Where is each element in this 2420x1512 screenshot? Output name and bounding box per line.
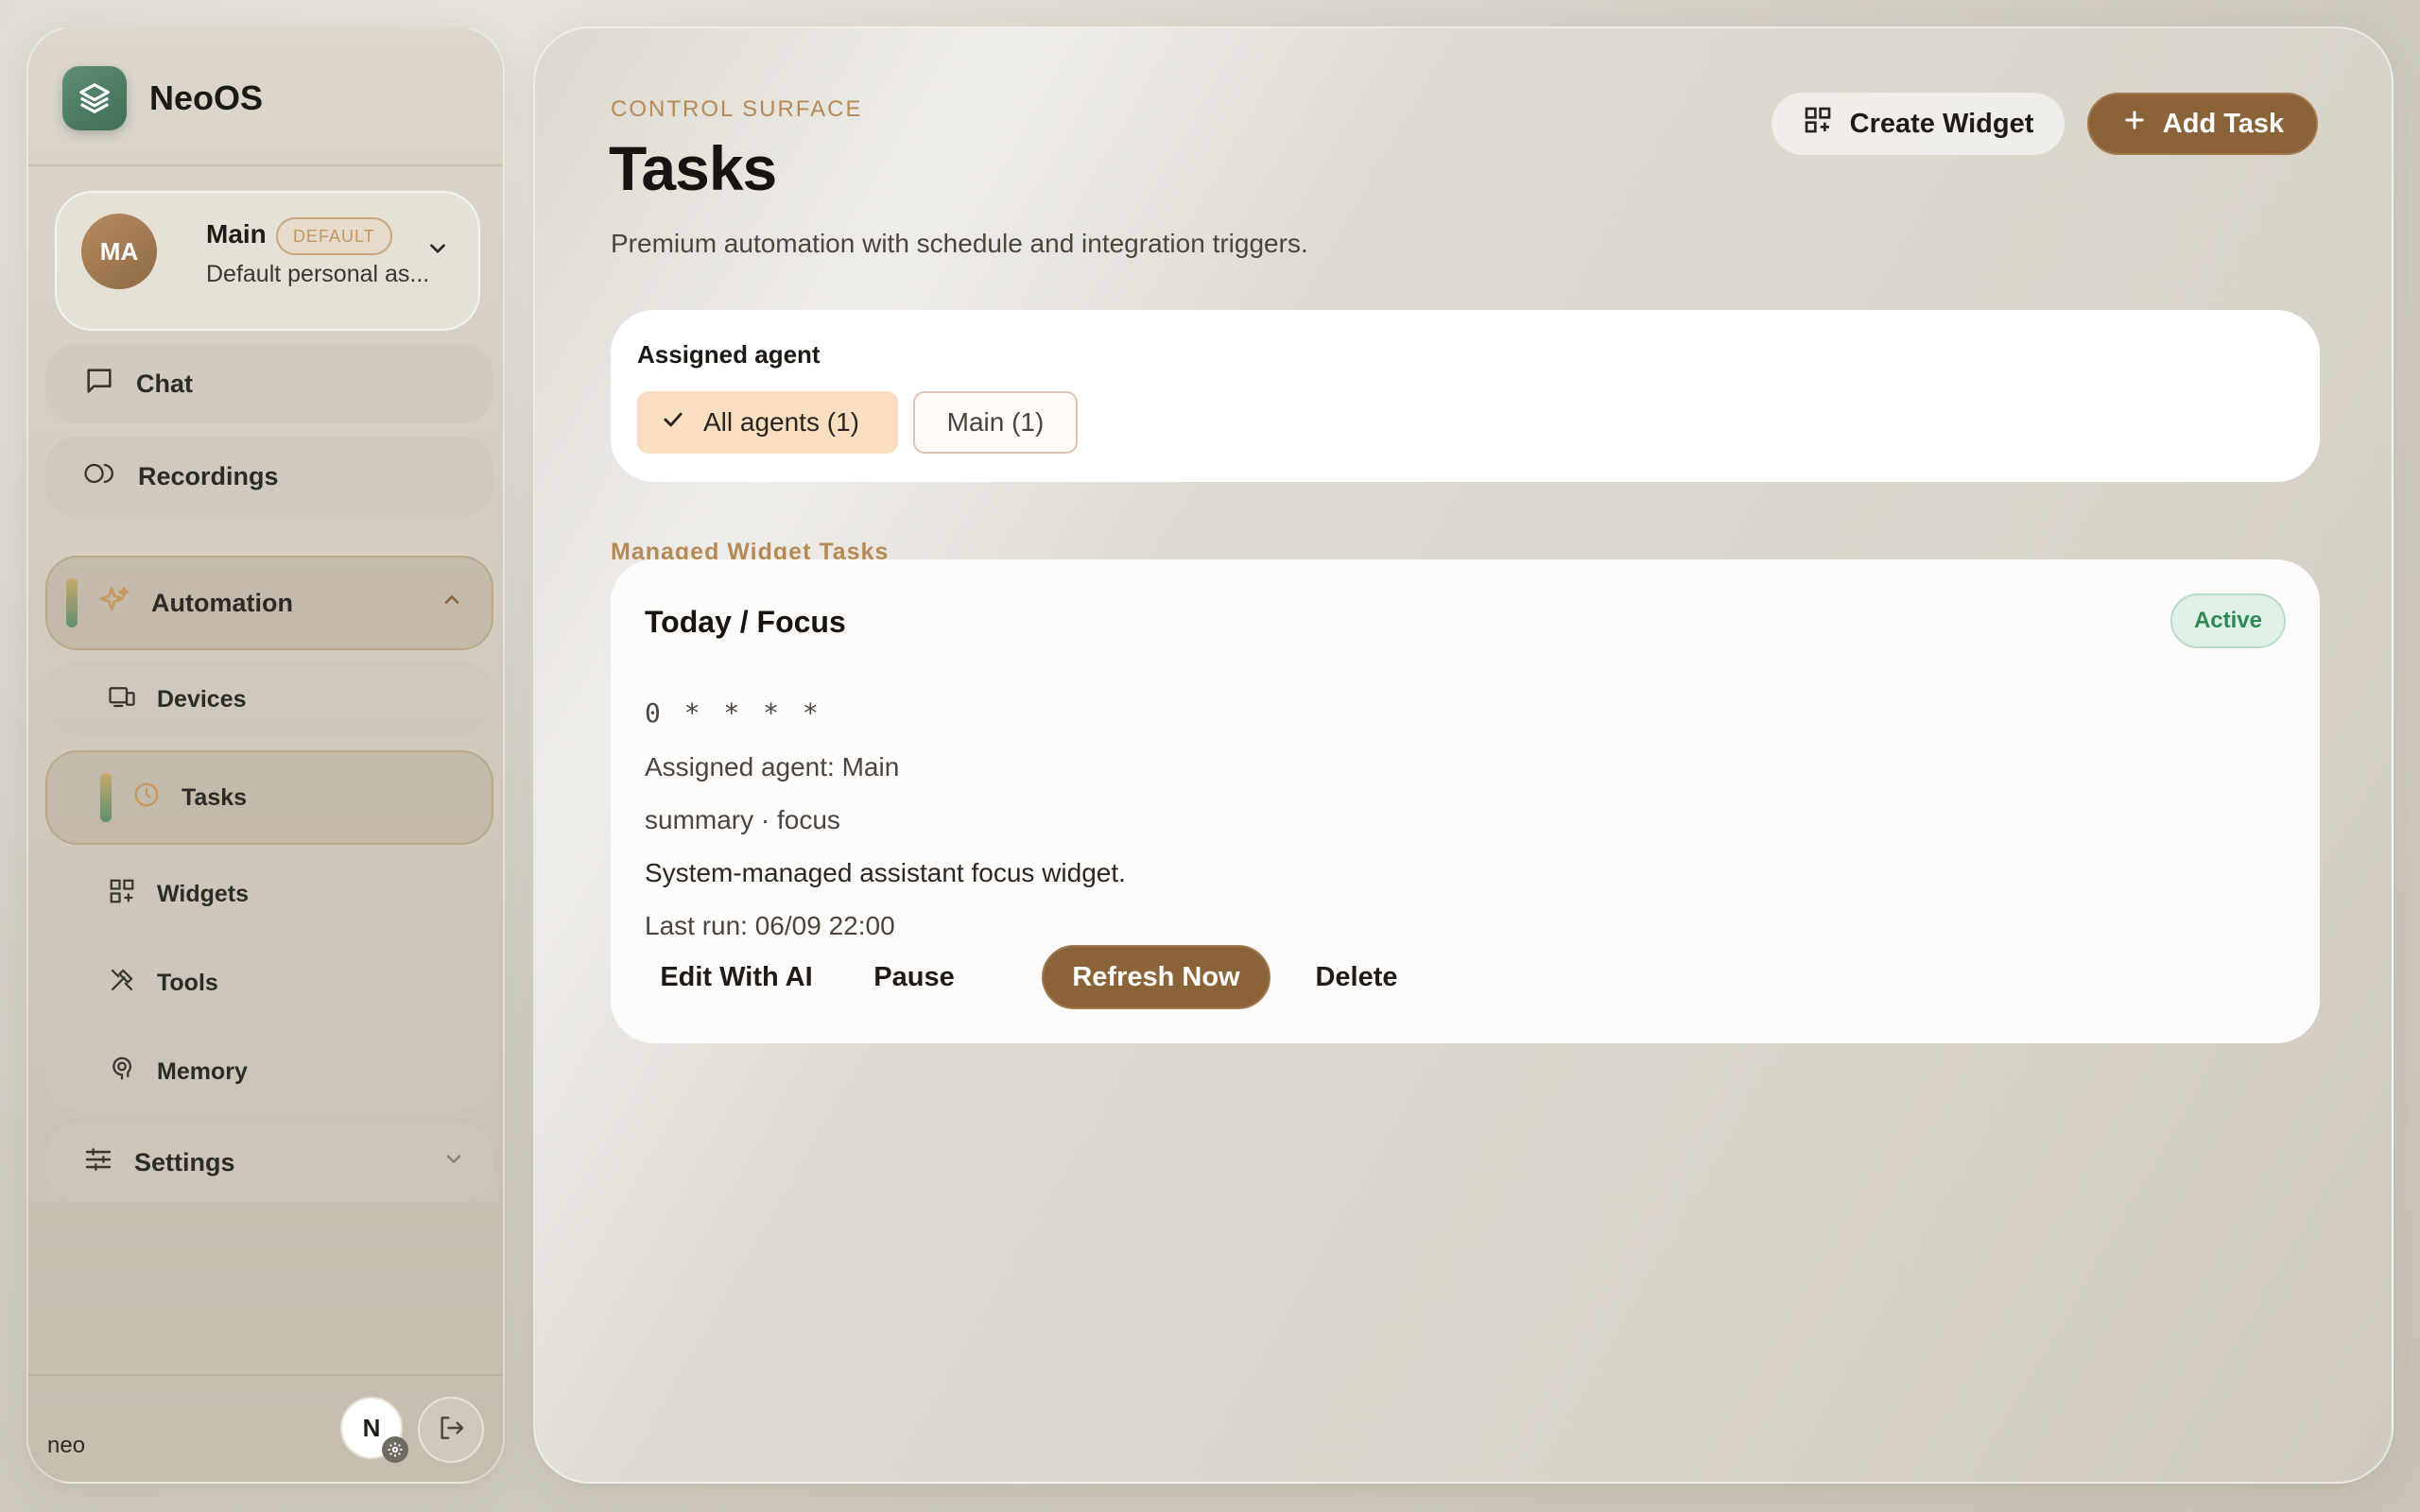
main-panel: CONTROL SURFACE Tasks Premium automation… [533,26,2394,1484]
sidebar-item-recordings[interactable]: Recordings [45,437,493,516]
active-indicator [66,578,78,627]
filter-label: Assigned agent [637,340,821,369]
tools-icon [108,966,136,1001]
user-avatar[interactable]: N [340,1397,408,1463]
task-last-run: Last run: 06/09 22:00 [645,911,895,940]
clock-icon [132,781,161,816]
sparkles-icon [98,584,130,623]
agent-name: Main [206,219,267,249]
task-kind: summary · focus [645,805,840,834]
sidebar-item-automation[interactable]: Automation [45,556,493,650]
create-widget-button[interactable]: Create Widget [1772,93,2065,155]
filter-chip-main[interactable]: Main (1) [913,391,1078,454]
layers-logo-icon [62,66,127,130]
recordings-icon [83,457,117,496]
sidebar-item-memory[interactable]: Memory [45,1034,493,1109]
sidebar-item-tasks[interactable]: Tasks [45,750,493,845]
sidebar-item-label: Recordings [138,461,279,490]
sidebar-item-label: Automation [151,588,293,617]
chevron-down-icon [442,1148,465,1177]
task-title: Today / Focus [645,605,846,639]
create-widget-label: Create Widget [1849,108,2034,139]
default-badge: DEFAULT [276,217,392,255]
sidebar-item-label: Tools [157,969,218,996]
task-assigned-agent: Assigned agent: Main [645,752,900,782]
widgets-grid-icon [1803,105,1833,143]
pause-button[interactable]: Pause [853,945,976,1009]
status-badge: Active [2170,593,2286,648]
page-description: Premium automation with schedule and int… [611,229,1308,258]
sidebar-item-label: Settings [134,1147,235,1177]
edit-with-ai-button[interactable]: Edit With AI [645,945,828,1009]
add-task-label: Add Task [2162,108,2285,139]
sidebar-item-label: Tasks [182,783,248,811]
brain-icon [108,1055,136,1090]
task-description: System-managed assistant focus widget. [645,858,1126,887]
username: neo [47,1433,86,1458]
sidebar: NeoOS MA Main DEFAULT Default personal a… [26,26,505,1484]
chip-label: Main (1) [946,407,1045,437]
task-schedule: 0 * * * * [645,697,822,729]
add-task-button[interactable]: Add Task [2087,93,2318,155]
agent-switcher[interactable]: MA Main DEFAULT Default personal as... [55,191,480,331]
chat-icon [83,365,115,404]
sidebar-item-label: Chat [136,369,193,398]
brand[interactable]: NeoOS [62,66,263,130]
check-icon [660,406,686,439]
logout-icon [436,1413,466,1448]
sidebar-item-label: Widgets [157,880,249,907]
refresh-now-button[interactable]: Refresh Now [1042,945,1270,1009]
devices-icon [108,682,136,717]
sidebar-item-widgets[interactable]: Widgets [45,856,493,932]
sliders-icon [83,1144,113,1181]
logout-button[interactable] [418,1397,484,1463]
active-indicator [100,773,112,822]
gear-icon[interactable] [382,1436,408,1463]
agent-avatar: MA [81,214,157,289]
sidebar-item-label: Devices [157,685,247,713]
agent-filter-card: Assigned agent All agents (1) Main (1) [611,310,2320,482]
page-title: Tasks [609,133,777,203]
sidebar-item-label: Memory [157,1057,248,1085]
widgets-grid-icon [108,877,136,912]
sidebar-divider [28,1374,503,1376]
chip-label: All agents (1) [703,407,859,437]
brand-name: NeoOS [149,78,264,117]
delete-button[interactable]: Delete [1293,945,1420,1009]
task-card: Today / Focus Active 0 * * * * Assigned … [611,559,2320,1043]
filter-chip-all-agents[interactable]: All agents (1) [637,391,898,454]
chevron-down-icon[interactable] [425,236,450,266]
sidebar-item-tools[interactable]: Tools [45,945,493,1021]
agent-subtitle: Default personal as... [206,261,430,287]
sidebar-item-devices[interactable]: Devices [45,662,493,737]
chevron-up-icon [441,589,463,618]
avatar-initial: N [362,1413,381,1442]
sidebar-divider [28,164,503,166]
page-eyebrow: CONTROL SURFACE [611,96,863,122]
sidebar-item-settings[interactable]: Settings [45,1123,493,1202]
plus-icon [2121,107,2148,141]
sidebar-item-chat[interactable]: Chat [45,344,493,423]
